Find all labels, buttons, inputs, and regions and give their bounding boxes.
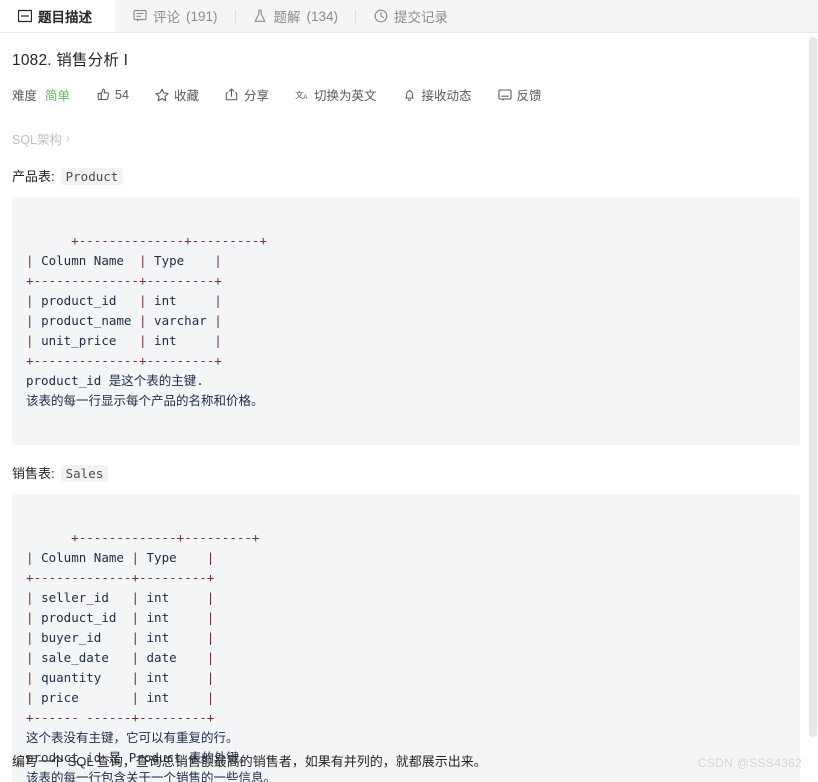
- page-title: 1082. 销售分析 I: [12, 52, 129, 69]
- flask-icon: [253, 9, 268, 24]
- favorite-button[interactable]: 收藏: [155, 85, 199, 104]
- product-schema-codeblock: +--------------+---------+ | Column Name…: [12, 197, 800, 445]
- tab-label: 题解: [273, 10, 301, 25]
- code-content: +--------------+---------+ | Column Name…: [26, 233, 267, 408]
- tab-comments[interactable]: 评论 (191): [115, 0, 235, 32]
- content-panel: 1082. 销售分析 I 难度 简单 54 收藏 分享 文 A 切换为英文 接收…: [0, 33, 818, 782]
- notify-button[interactable]: 接收动态: [402, 85, 472, 104]
- scrollbar-thumb[interactable]: [809, 37, 817, 737]
- svg-text:A: A: [303, 93, 308, 100]
- tab-label: 提交记录: [394, 10, 449, 25]
- question-text: 编写一个 SQL 查询，查询总销售额最高的销售者，如果有并列的，就都展示出来。: [12, 754, 487, 769]
- watermark: CSDN @SSS4362: [697, 756, 802, 770]
- difficulty-indicator: 难度 简单: [12, 85, 70, 104]
- comment-icon: [132, 9, 147, 24]
- translate-icon: 文 A: [295, 88, 309, 102]
- scrollbar[interactable]: [808, 33, 818, 782]
- tab-count: (191): [186, 8, 218, 24]
- like-count: 54: [115, 87, 129, 102]
- notify-label: 接收动态: [421, 89, 472, 103]
- tab-description[interactable]: 题目描述: [0, 0, 115, 32]
- favorite-label: 收藏: [173, 89, 199, 103]
- tab-label: 评论: [153, 10, 180, 25]
- difficulty-label: 难度: [12, 89, 38, 103]
- breadcrumb-label: SQL架构: [12, 133, 63, 147]
- section-label: 产品表:: [12, 169, 55, 184]
- feedback-label: 反馈: [516, 89, 542, 103]
- clock-icon: [373, 9, 388, 24]
- action-bar: 难度 简单 54 收藏 分享 文 A 切换为英文 接收动态 反馈: [12, 85, 800, 104]
- share-button[interactable]: 分享: [225, 85, 269, 104]
- tab-solutions[interactable]: 题解 (134): [236, 0, 356, 32]
- share-icon: [225, 88, 239, 102]
- thumbs-up-icon: [96, 88, 110, 102]
- chevron-right-icon: ›: [66, 132, 70, 145]
- tab-bar: 题目描述 评论 (191) 题解 (134) 提交记录: [0, 0, 818, 33]
- like-button[interactable]: 54: [96, 88, 129, 102]
- table-name: Product: [60, 168, 124, 185]
- breadcrumb[interactable]: SQL架构 ›: [12, 129, 800, 148]
- description-icon: [17, 9, 32, 24]
- tab-submissions[interactable]: 提交记录: [356, 0, 471, 32]
- tab-count: (134): [306, 8, 339, 24]
- tab-label: 题目描述: [38, 10, 92, 25]
- star-icon: [155, 88, 169, 102]
- sales-table-label: 销售表: Sales: [12, 463, 800, 482]
- share-label: 分享: [243, 89, 269, 103]
- difficulty-value: 简单: [45, 89, 71, 103]
- sales-schema-codeblock: +-------------+---------+ | Column Name …: [12, 494, 800, 782]
- feedback-icon: [497, 88, 512, 102]
- feedback-button[interactable]: 反馈: [497, 85, 542, 104]
- section-label: 销售表:: [12, 466, 55, 481]
- table-name: Sales: [60, 465, 109, 482]
- translate-label: 切换为英文: [313, 89, 377, 103]
- translate-button[interactable]: 文 A 切换为英文: [295, 85, 377, 104]
- bell-icon: [402, 88, 416, 102]
- code-content: +-------------+---------+ | Column Name …: [26, 530, 277, 782]
- product-table-label: 产品表: Product: [12, 166, 800, 185]
